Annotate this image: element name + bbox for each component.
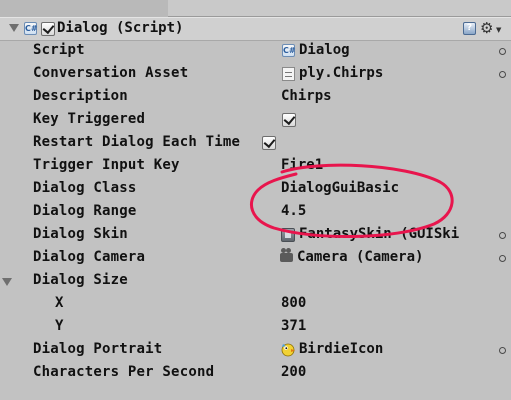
field-row-dialog-skin: Dialog Skin FantasySkin (GUISki — [0, 224, 511, 247]
field-label: Dialog Portrait — [33, 341, 163, 357]
birdie-texture-icon — [281, 343, 295, 357]
field-row-dialog-size-y: Y 371 — [0, 316, 511, 339]
dialog-size-x-field[interactable]: 800 — [281, 295, 306, 311]
foldout-arrow-icon[interactable] — [9, 24, 19, 32]
field-label: Dialog Skin — [33, 226, 128, 242]
trigger-input-key-field[interactable]: Fire1 — [281, 157, 323, 173]
dialog-skin-value[interactable]: FantasySkin (GUISki — [299, 226, 459, 242]
field-row-dialog-camera: Dialog Camera Camera (Camera) — [0, 247, 511, 270]
field-label: Restart Dialog Each Time — [33, 134, 241, 150]
gear-dropdown-caret-icon[interactable]: ▼ — [496, 26, 501, 34]
field-row-dialog-range: Dialog Range 4.5 — [0, 201, 511, 224]
field-label: Characters Per Second — [33, 364, 215, 380]
field-label: Dialog Range — [33, 203, 137, 219]
field-row-description: Description Chirps — [0, 86, 511, 109]
gear-icon[interactable]: ⚙ — [480, 19, 493, 37]
dialog-range-field[interactable]: 4.5 — [281, 203, 306, 219]
field-row-dialog-portrait: Dialog Portrait BirdieIcon — [0, 339, 511, 362]
checkmark-icon — [42, 21, 55, 35]
field-row-conversation-asset: Conversation Asset ply.Chirps — [0, 63, 511, 86]
checkmark-icon — [263, 135, 276, 149]
script-badge-icon: C# — [24, 22, 38, 35]
field-label: Dialog Class — [33, 180, 137, 196]
field-row-dialog-class: Dialog Class DialogGuiBasic — [0, 178, 511, 201]
component-title: Dialog (Script) — [57, 20, 184, 36]
dialog-class-field[interactable]: DialogGuiBasic — [281, 180, 399, 196]
field-label: Trigger Input Key — [33, 157, 180, 173]
field-row-chars-per-second: Characters Per Second 200 — [0, 362, 511, 385]
field-row-key-triggered: Key Triggered — [0, 109, 511, 132]
conversation-asset-value[interactable]: ply.Chirps — [299, 65, 383, 81]
component-enabled-checkbox[interactable] — [41, 21, 55, 36]
component-header[interactable]: C# Dialog (Script) ? ⚙ ▼ — [0, 17, 511, 41]
dialog-portrait-value[interactable]: BirdieIcon — [299, 341, 383, 357]
script-field-value[interactable]: Dialog — [299, 42, 350, 58]
object-picker-icon[interactable] — [499, 48, 506, 55]
object-picker-icon[interactable] — [499, 255, 506, 262]
object-picker-icon[interactable] — [499, 232, 506, 239]
gui-skin-icon — [281, 228, 295, 242]
field-row-dialog-size[interactable]: Dialog Size — [0, 270, 511, 293]
field-label: Dialog Camera — [33, 249, 146, 265]
checkmark-icon — [283, 112, 296, 126]
camera-icon — [280, 248, 293, 262]
object-picker-icon[interactable] — [499, 347, 506, 354]
field-row-dialog-size-x: X 800 — [0, 293, 511, 316]
script-file-icon: C# — [282, 44, 296, 57]
field-label: Script — [33, 42, 85, 58]
field-label: Description — [33, 88, 128, 104]
inspector-top-strip — [0, 0, 511, 17]
field-row-script: Script C# Dialog — [0, 40, 511, 63]
restart-dialog-checkbox[interactable] — [262, 135, 276, 150]
field-label: X — [55, 295, 64, 311]
inspector-top-edge — [168, 0, 511, 17]
field-row-restart-dialog: Restart Dialog Each Time — [0, 132, 511, 155]
text-asset-icon — [282, 67, 295, 81]
help-icon[interactable]: ? — [463, 22, 476, 35]
chars-per-second-field[interactable]: 200 — [281, 364, 306, 380]
field-row-trigger-input-key: Trigger Input Key Fire1 — [0, 155, 511, 178]
field-label: Conversation Asset — [33, 65, 189, 81]
dialog-camera-value[interactable]: Camera (Camera) — [297, 249, 423, 265]
object-picker-icon[interactable] — [499, 71, 506, 78]
foldout-arrow-icon[interactable] — [2, 278, 12, 286]
field-label: Y — [55, 318, 64, 334]
field-label: Key Triggered — [33, 111, 146, 127]
description-field[interactable]: Chirps — [281, 88, 332, 104]
field-label: Dialog Size — [33, 272, 128, 288]
key-triggered-checkbox[interactable] — [282, 112, 296, 127]
dialog-size-y-field[interactable]: 371 — [281, 318, 306, 334]
